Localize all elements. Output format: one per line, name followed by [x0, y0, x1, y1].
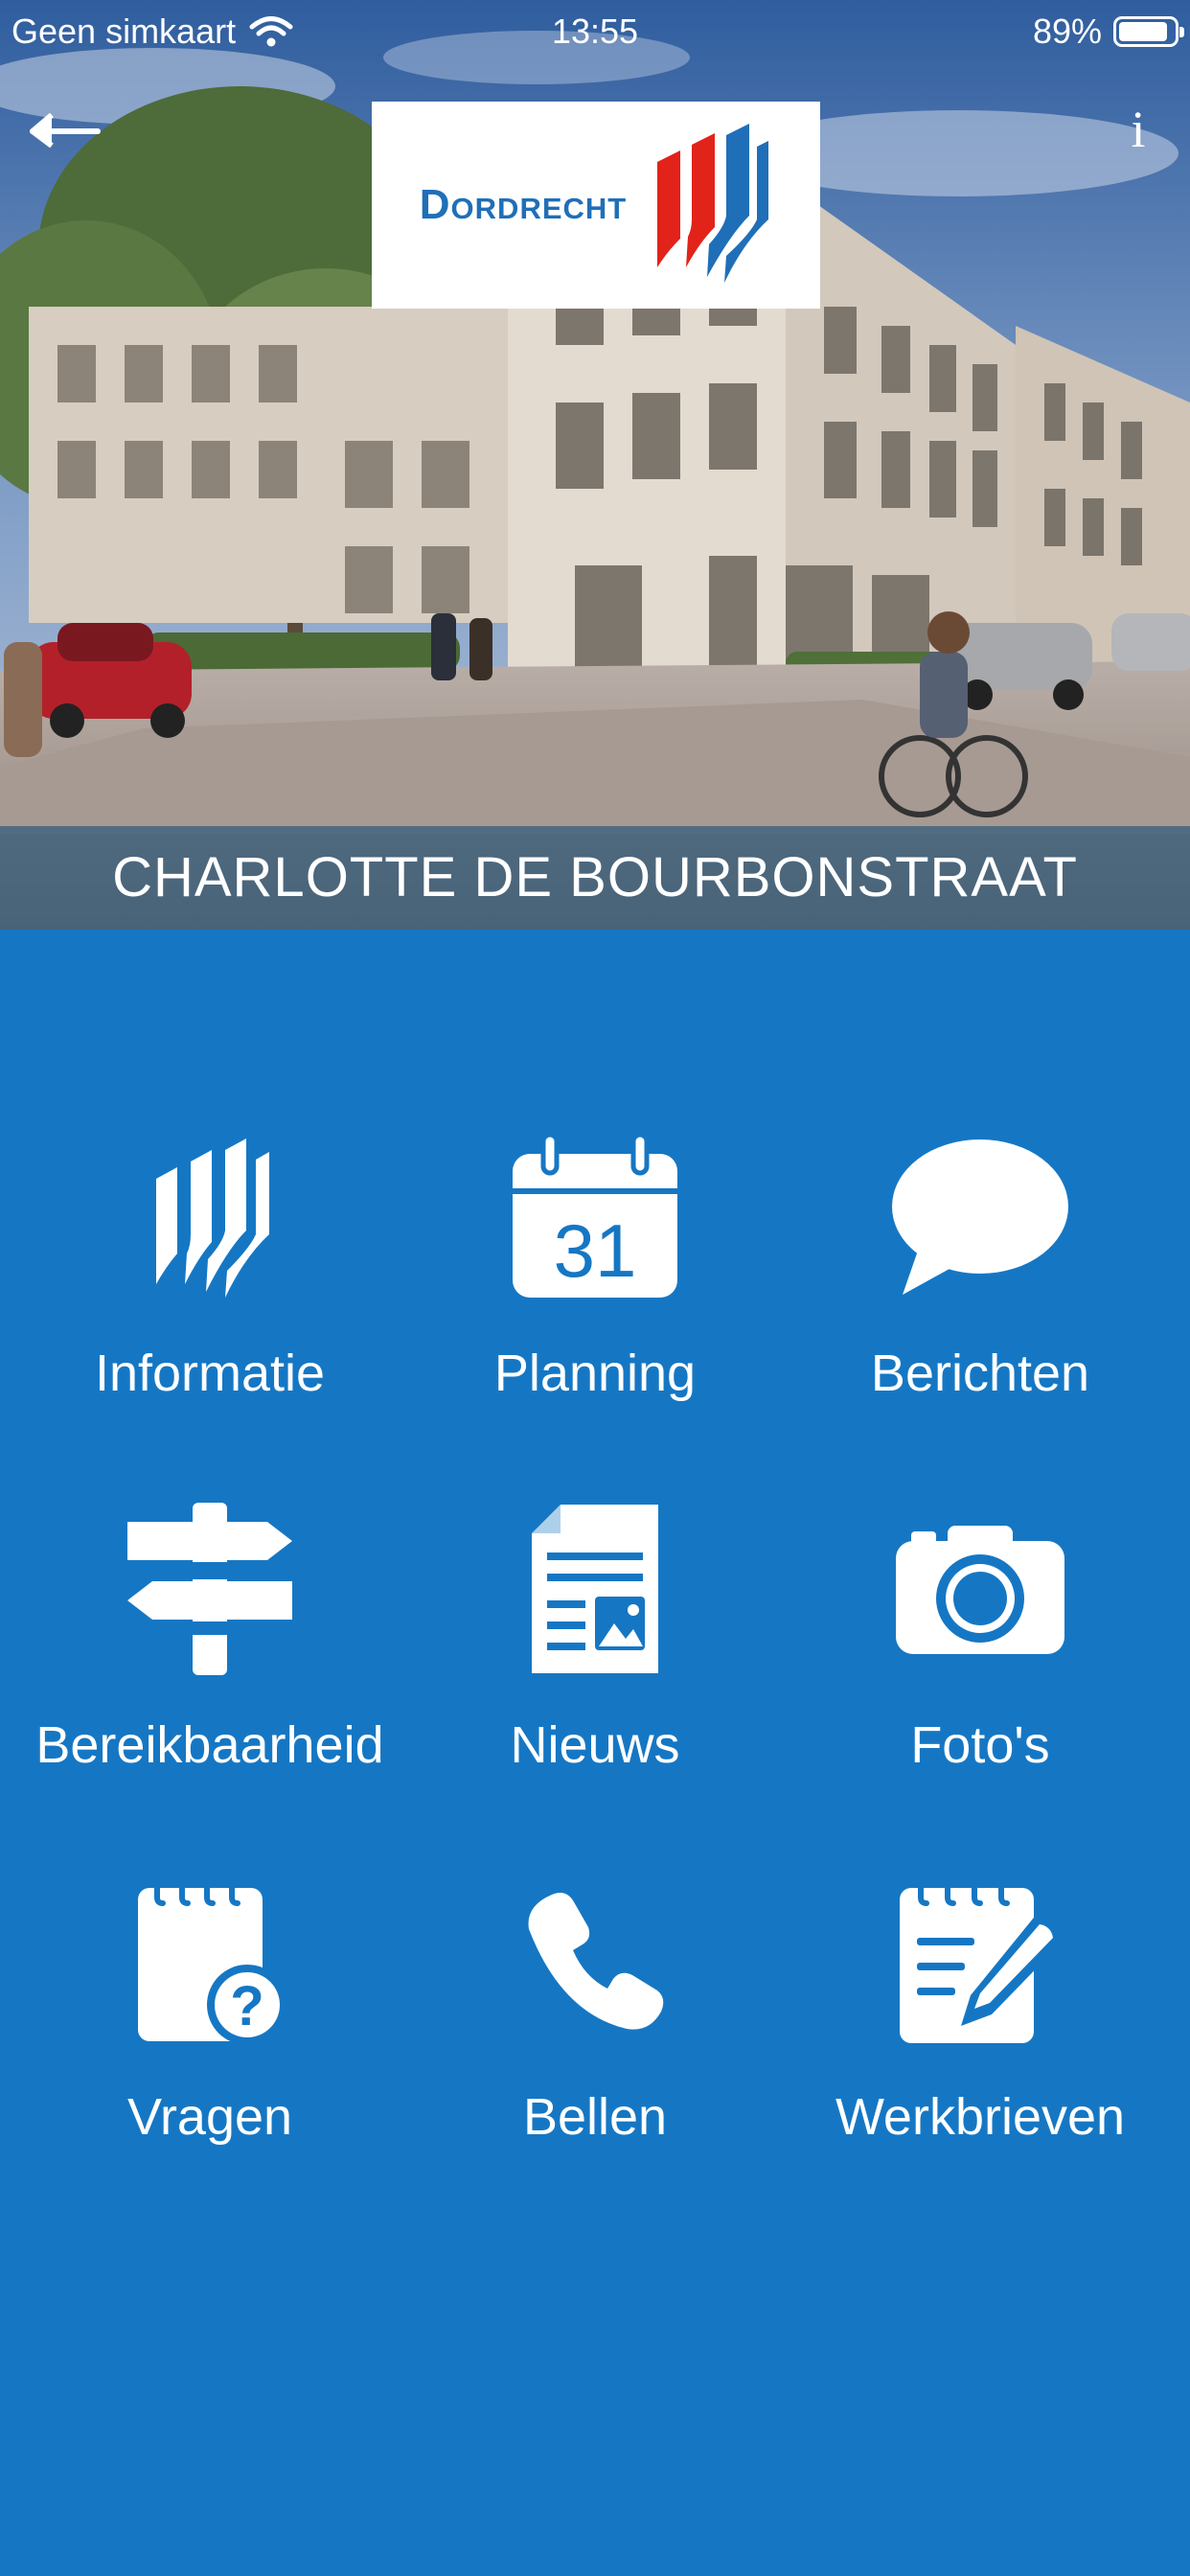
notepad-pen-icon: [884, 1865, 1076, 2057]
camera-icon: [884, 1493, 1076, 1685]
signpost-icon: [114, 1493, 306, 1685]
menu-item-bellen[interactable]: Bellen: [403, 1865, 787, 2191]
dordrecht-flag-icon: [657, 124, 769, 283]
status-right: 89%: [1032, 12, 1184, 52]
menu-label: Bereikbaarheid: [35, 1716, 384, 1774]
menu-item-planning[interactable]: 31 Planning: [403, 1121, 787, 1447]
battery-icon: [1113, 16, 1184, 47]
menu-label: Planning: [493, 1345, 697, 1402]
back-button[interactable]: [27, 107, 107, 155]
battery-fill: [1119, 22, 1167, 41]
menu-label: Berichten: [870, 1345, 1090, 1402]
menu-label: Nieuws: [510, 1716, 680, 1774]
menu-label: Werkbrieven: [835, 2088, 1126, 2146]
menu-item-informatie[interactable]: Informatie: [18, 1121, 401, 1447]
menu-item-vragen[interactable]: ? Vragen: [18, 1865, 401, 2191]
calendar-icon: 31: [499, 1121, 691, 1313]
chat-bubble-icon: [884, 1121, 1076, 1313]
dordrecht-logo: Dordrecht: [372, 102, 820, 309]
question-notepad-icon: ?: [114, 1865, 306, 2057]
menu-label: Foto's: [910, 1716, 1050, 1774]
menu-label: Informatie: [94, 1345, 326, 1402]
menu-item-fotos[interactable]: Foto's: [789, 1493, 1172, 1819]
info-button[interactable]: i: [1111, 100, 1165, 167]
svg-text:?: ?: [230, 1975, 263, 2037]
battery-percent: 89%: [1032, 12, 1102, 51]
menu-item-berichten[interactable]: Berichten: [789, 1121, 1172, 1447]
logo-text: Dordrecht: [419, 181, 628, 228]
menu-item-bereikbaarheid[interactable]: Bereikbaarheid: [18, 1493, 401, 1819]
dordrecht-logo-icon: [114, 1121, 306, 1313]
status-time: 13:55: [551, 12, 639, 51]
page-title: CHARLOTTE DE BOURBONSTRAAT: [0, 826, 1190, 930]
status-bar: Geen simkaart 13:55 89%: [0, 0, 1190, 61]
calendar-day: 31: [554, 1208, 637, 1293]
back-arrow-icon: [30, 112, 101, 149]
menu-label: Bellen: [522, 2088, 668, 2146]
phone-icon: [499, 1865, 691, 2057]
newspaper-icon: [499, 1493, 691, 1685]
menu-item-nieuws[interactable]: Nieuws: [403, 1493, 787, 1819]
menu-item-werkbrieven[interactable]: Werkbrieven: [789, 1865, 1172, 2191]
hero-image: Geen simkaart 13:55 89% i Dordrecht CHAR…: [0, 0, 1190, 930]
menu-label: Vragen: [126, 2088, 293, 2146]
